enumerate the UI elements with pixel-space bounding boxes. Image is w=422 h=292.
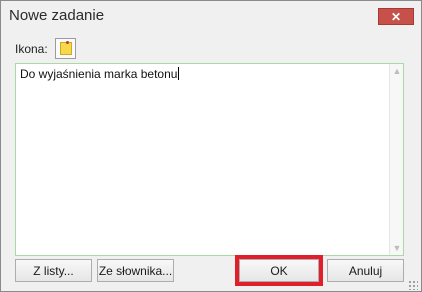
- sticky-note-icon: [60, 41, 72, 55]
- title-bar[interactable]: Nowe zadanie ✕: [1, 1, 421, 31]
- icon-picker-button[interactable]: [55, 38, 76, 59]
- from-dictionary-button[interactable]: Ze słownika...: [97, 259, 174, 282]
- scroll-up-arrow-icon[interactable]: ▲: [392, 66, 402, 76]
- task-text-area[interactable]: Do wyjaśnienia marka betonu ▲ ▼: [15, 63, 404, 256]
- new-task-dialog: Nowe zadanie ✕ Ikona: Do wyjaśnienia mar…: [0, 0, 422, 292]
- ok-button[interactable]: OK: [239, 259, 319, 282]
- task-text: Do wyjaśnienia marka betonu: [20, 67, 178, 81]
- close-button[interactable]: ✕: [378, 8, 414, 25]
- close-icon: ✕: [390, 9, 402, 24]
- vertical-scrollbar[interactable]: ▲ ▼: [389, 64, 403, 255]
- icon-label: Ikona:: [15, 42, 48, 56]
- scroll-down-arrow-icon[interactable]: ▼: [392, 243, 402, 253]
- task-text-line: Do wyjaśnienia marka betonu: [20, 67, 180, 81]
- resize-grip-icon[interactable]: [408, 280, 418, 290]
- pin-icon: [66, 41, 69, 44]
- window-title: Nowe zadanie: [9, 7, 105, 24]
- text-caret: [178, 67, 180, 80]
- cancel-button[interactable]: Anuluj: [327, 259, 404, 282]
- from-list-button[interactable]: Z listy...: [15, 259, 92, 282]
